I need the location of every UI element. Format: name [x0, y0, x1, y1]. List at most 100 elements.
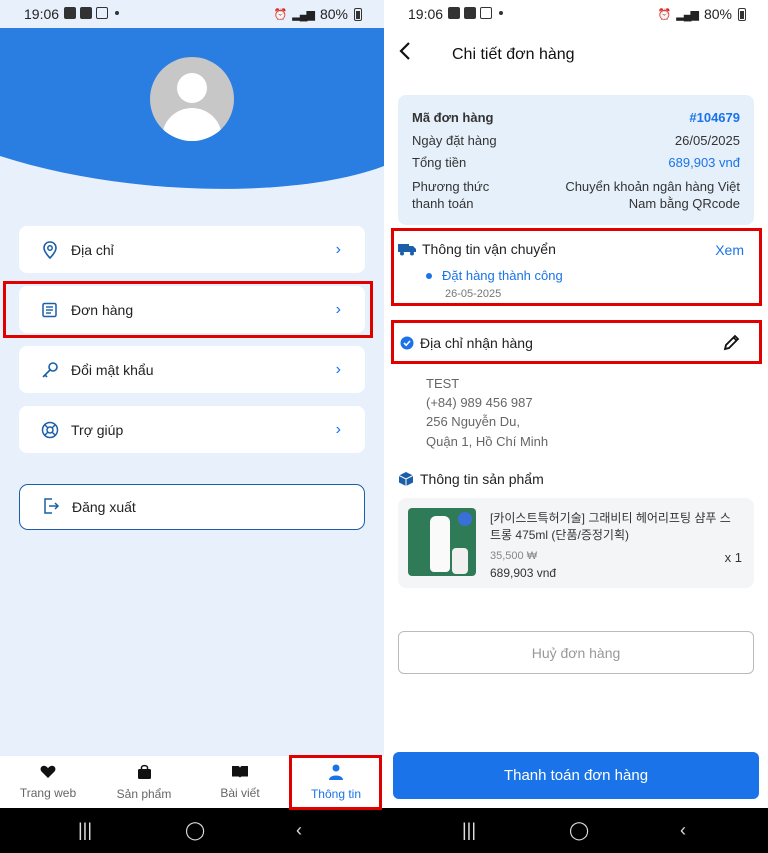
product-image: [408, 508, 476, 576]
product-quantity: x 1: [724, 550, 742, 565]
lifebuoy-icon: [41, 421, 59, 439]
gallery-icon: [64, 7, 76, 19]
system-nav-bar: ||| ◯ ‹: [384, 808, 768, 853]
nav-item-articles[interactable]: Bài viết: [192, 756, 288, 808]
back-system-icon[interactable]: ‹: [680, 820, 686, 841]
order-id-value: #104679: [689, 110, 740, 125]
order-total-row: Tổng tiền 689,903 vnđ: [412, 155, 740, 170]
shipping-status-text: Đặt hàng thành công: [442, 268, 563, 283]
payment-method-row: Phương thức thanh toán Chuyển khoản ngân …: [412, 178, 740, 212]
check-icon: [464, 7, 476, 19]
nav-item-products[interactable]: Sản phẩm: [96, 756, 192, 808]
menu-item-change-password[interactable]: Đổi mật khẩu ›: [19, 346, 365, 393]
status-right: ⏰ ▂▄▆ 80%: [274, 6, 362, 22]
more-dot-icon: [499, 11, 503, 15]
signal-icon: ▂▄▆: [292, 8, 315, 21]
address-section-title: Địa chỉ nhận hàng: [400, 335, 533, 351]
order-detail-screen: 19:06 ⏰ ▂▄▆ 80% Chi tiết đơn hàng Mã đơn…: [384, 0, 768, 853]
view-shipping-link[interactable]: Xem: [715, 242, 744, 258]
product-total: 689,903 vnđ: [490, 566, 557, 580]
nav-item-website[interactable]: Trang web: [0, 756, 96, 808]
status-time: 19:06: [24, 6, 60, 22]
status-bar: 19:06 ⏰ ▂▄▆ 80%: [0, 0, 384, 28]
notification-icons: [448, 7, 503, 19]
order-date-row: Ngày đặt hàng 26/05/2025: [412, 133, 740, 148]
pay-order-button[interactable]: Thanh toán đơn hàng: [393, 752, 759, 799]
recents-icon[interactable]: |||: [78, 820, 92, 841]
more-dot-icon: [115, 11, 119, 15]
signal-icon: ▂▄▆: [676, 8, 699, 21]
nav-label: Trang web: [19, 785, 77, 800]
mail-icon: [480, 7, 492, 19]
receipt-icon: [41, 301, 59, 319]
shipping-title-text: Thông tin vận chuyển: [422, 241, 556, 257]
status-time: 19:06: [408, 6, 444, 22]
chevron-right-icon: ›: [335, 241, 341, 258]
payment-method-label: Phương thức thanh toán: [412, 179, 490, 211]
menu-item-label: Trợ giúp: [71, 421, 124, 438]
status-bar: 19:06 ⏰ ▂▄▆ 80%: [384, 0, 768, 28]
truck-icon: [398, 242, 416, 256]
gallery-icon: [448, 7, 460, 19]
check-icon: [80, 7, 92, 19]
logout-label: Đăng xuất: [72, 499, 136, 515]
recipient-name: TEST: [426, 376, 460, 391]
shipping-date: 26-05-2025: [445, 288, 502, 300]
payment-method-value: Chuyển khoản ngân hàng Việt Nam bằng QRco…: [565, 179, 740, 211]
shopping-bag-icon: [137, 764, 152, 783]
order-date-label: Ngày đặt hàng: [412, 133, 497, 148]
nav-label: Bài viết: [220, 785, 260, 800]
order-id-row: Mã đơn hàng #104679: [412, 110, 740, 125]
chevron-right-icon: ›: [335, 361, 341, 378]
order-date-value: 26/05/2025: [674, 133, 740, 148]
back-system-icon[interactable]: ‹: [296, 820, 302, 841]
back-arrow-icon[interactable]: [398, 41, 412, 67]
recipient-street: 256 Nguyễn Du,: [426, 414, 520, 429]
battery-text: 80%: [319, 6, 348, 22]
page-title: Chi tiết đơn hàng: [452, 46, 575, 63]
product-price: 35,500 ₩: [490, 550, 538, 562]
logout-button[interactable]: Đăng xuất: [19, 484, 365, 530]
heart-icon: [40, 765, 56, 782]
bottom-navigation: Trang web Sản phẩm Bài viết Thông tin: [0, 756, 384, 808]
profile-screen: 19:06 ⏰ ▂▄▆ 80% Địa chỉ › Đơn hàng › Đổi…: [0, 0, 384, 853]
system-nav-bar: ||| ◯ ‹: [0, 808, 384, 853]
menu-item-label: Đơn hàng: [71, 301, 134, 318]
app-bar: Chi tiết đơn hàng: [384, 28, 768, 82]
notification-icons: [64, 7, 119, 19]
cancel-order-button[interactable]: Huỷ đơn hàng: [398, 631, 754, 674]
home-icon[interactable]: ◯: [185, 820, 205, 841]
order-total-value: 689,903 vnđ: [668, 155, 740, 170]
verified-badge-icon: [400, 336, 414, 350]
nav-item-info[interactable]: Thông tin: [288, 756, 384, 808]
recipient-phone: (+84) 989 456 987: [426, 395, 533, 410]
home-icon[interactable]: ◯: [569, 820, 589, 841]
menu-item-address[interactable]: Địa chỉ ›: [19, 226, 365, 273]
menu-item-label: Địa chỉ: [71, 241, 114, 258]
chevron-right-icon: ›: [335, 421, 341, 438]
alarm-icon: ⏰: [273, 8, 288, 21]
menu-item-help[interactable]: Trợ giúp ›: [19, 406, 365, 453]
chevron-right-icon: ›: [335, 301, 341, 318]
status-dot: [426, 272, 432, 279]
edit-pencil-icon[interactable]: [722, 332, 742, 357]
location-pin-icon: [41, 240, 59, 259]
product-title-text: Thông tin sản phẩm: [420, 471, 544, 487]
recents-icon[interactable]: |||: [462, 820, 476, 841]
shipping-status: Đặt hàng thành công: [426, 268, 563, 283]
order-id-label: Mã đơn hàng: [412, 110, 494, 125]
menu-item-label: Đổi mật khẩu: [71, 361, 154, 378]
product-card[interactable]: [카이스트특허기술] 그래비티 헤어리프팅 샴푸 스트롱 475ml (단품/증…: [398, 498, 754, 588]
menu-item-orders[interactable]: Đơn hàng ›: [19, 286, 365, 333]
alarm-icon: ⏰: [657, 8, 672, 21]
order-summary-card: Mã đơn hàng #104679 Ngày đặt hàng 26/05/…: [398, 95, 754, 225]
battery-icon: [354, 7, 362, 21]
product-name: [카이스트특허기술] 그래비티 헤어리프팅 샴푸 스트롱 475ml (단품/증…: [490, 511, 731, 542]
person-icon: [329, 764, 343, 783]
logout-icon: [42, 497, 60, 518]
avatar[interactable]: [150, 57, 234, 141]
key-icon: [41, 361, 59, 379]
address-title-text: Địa chỉ nhận hàng: [420, 335, 533, 351]
nav-label: Thông tin: [310, 786, 362, 801]
recipient-city: Quận 1, Hồ Chí Minh: [426, 434, 549, 449]
